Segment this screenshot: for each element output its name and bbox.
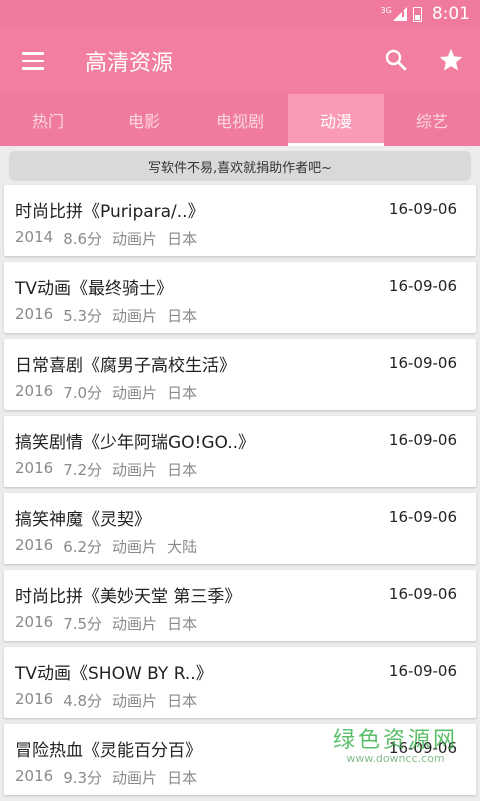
tab-hot[interactable]: 热门 <box>0 94 96 146</box>
signal-icon <box>392 7 407 21</box>
item-title: 时尚比拼《Puripara/..》 <box>15 202 205 222</box>
watermark-url: www.downcc.com <box>346 752 445 765</box>
battery-icon <box>412 6 422 22</box>
item-year: 2016 <box>15 382 54 400</box>
item-type: 动画片 <box>112 461 158 479</box>
list-item[interactable]: 搞笑神魔《灵契》 16-09-06 2016 6.2分 动画片 大陆 <box>4 493 476 564</box>
item-date: 16-09-06 <box>388 354 457 372</box>
item-title: TV动画《SHOW BY R..》 <box>15 664 213 684</box>
item-year: 2016 <box>15 536 54 554</box>
app-title: 高清资源 <box>85 51 174 76</box>
item-region: 日本 <box>167 615 198 633</box>
item-score: 6.2分 <box>63 538 103 556</box>
item-type: 动画片 <box>112 307 158 325</box>
category-tabs: 热门 电影 电视剧 动漫 综艺 <box>0 94 480 146</box>
item-type: 动画片 <box>112 384 158 402</box>
resource-list: 时尚比拼《Puripara/..》 16-09-06 2014 8.6分 动画片… <box>4 185 476 801</box>
item-score: 8.6分 <box>63 230 103 248</box>
list-item[interactable]: 时尚比拼《Puripara/..》 16-09-06 2014 8.6分 动画片… <box>4 185 476 256</box>
item-year: 2016 <box>15 613 54 631</box>
item-title: 搞笑剧情《少年阿瑞GO!GO..》 <box>15 433 256 453</box>
item-region: 大陆 <box>167 538 198 556</box>
tab-label: 综艺 <box>415 112 448 131</box>
status-bar: 3G 8:01 <box>0 0 480 28</box>
tab-movies[interactable]: 电影 <box>96 94 192 146</box>
item-year: 2014 <box>15 228 54 246</box>
list-item[interactable]: TV动画《SHOW BY R..》 16-09-06 2016 4.8分 动画片… <box>4 647 476 718</box>
item-region: 日本 <box>167 769 198 787</box>
item-date: 16-09-06 <box>388 200 457 218</box>
tab-label: 热门 <box>31 112 64 131</box>
item-date: 16-09-06 <box>388 585 457 603</box>
item-region: 日本 <box>167 461 198 479</box>
item-type: 动画片 <box>112 692 158 710</box>
item-year: 2016 <box>15 305 54 323</box>
item-title: 日常喜剧《腐男子高校生活》 <box>15 356 236 376</box>
item-meta: 2016 4.8分 动画片 日本 <box>15 690 197 711</box>
search-icon[interactable] <box>384 48 408 72</box>
item-score: 5.3分 <box>63 307 103 325</box>
item-title: TV动画《最终骑士》 <box>15 279 174 299</box>
list-item[interactable]: 日常喜剧《腐男子高校生活》 16-09-06 2016 7.0分 动画片 日本 <box>4 339 476 410</box>
item-date: 16-09-06 <box>388 662 457 680</box>
item-meta: 2016 5.3分 动画片 日本 <box>15 305 197 326</box>
tab-variety[interactable]: 综艺 <box>384 94 480 146</box>
item-title: 搞笑神魔《灵契》 <box>15 510 151 530</box>
item-meta: 2014 8.6分 动画片 日本 <box>15 228 197 249</box>
item-date: 16-09-06 <box>388 508 457 526</box>
item-type: 动画片 <box>112 769 158 787</box>
item-score: 7.0分 <box>63 384 103 402</box>
hamburger-menu-icon[interactable] <box>22 52 44 70</box>
watermark-text: 绿色资源网 <box>332 728 458 753</box>
donate-banner[interactable]: 写软件不易,喜欢就捐助作者吧~ <box>9 151 471 181</box>
item-meta: 2016 7.0分 动画片 日本 <box>15 382 197 403</box>
item-title: 冒险热血《灵能百分百》 <box>15 741 202 761</box>
tab-anime[interactable]: 动漫 <box>288 94 384 146</box>
item-date: 16-09-06 <box>388 277 457 295</box>
item-type: 动画片 <box>112 538 158 556</box>
tab-label: 动漫 <box>319 112 352 131</box>
item-region: 日本 <box>167 384 198 402</box>
item-meta: 2016 6.2分 动画片 大陆 <box>15 536 197 557</box>
item-meta: 2016 9.3分 动画片 日本 <box>15 767 197 788</box>
status-time: 8:01 <box>431 4 470 24</box>
item-meta: 2016 7.5分 动画片 日本 <box>15 613 197 634</box>
list-item[interactable]: 搞笑剧情《少年阿瑞GO!GO..》 16-09-06 2016 7.2分 动画片… <box>4 416 476 487</box>
item-year: 2016 <box>15 459 54 477</box>
item-score: 4.8分 <box>63 692 103 710</box>
item-year: 2016 <box>15 690 54 708</box>
item-title: 时尚比拼《美妙天堂 第三季》 <box>15 587 242 607</box>
tab-label: 电影 <box>127 112 160 131</box>
item-score: 7.5分 <box>63 615 103 633</box>
item-score: 7.2分 <box>63 461 103 479</box>
item-date: 16-09-06 <box>388 431 457 449</box>
item-type: 动画片 <box>112 230 158 248</box>
watermark-logo: 绿色资源网 www.downcc.com <box>333 722 458 765</box>
list-item[interactable]: TV动画《最终骑士》 16-09-06 2016 5.3分 动画片 日本 <box>4 262 476 333</box>
item-region: 日本 <box>167 692 198 710</box>
star-icon[interactable] <box>438 47 464 73</box>
tab-tv-series[interactable]: 电视剧 <box>192 94 288 146</box>
item-score: 9.3分 <box>63 769 103 787</box>
item-type: 动画片 <box>112 615 158 633</box>
item-meta: 2016 7.2分 动画片 日本 <box>15 459 197 480</box>
app-bar: 高清资源 <box>0 28 480 94</box>
network-type: 3G <box>380 6 392 15</box>
tab-label: 电视剧 <box>215 112 264 131</box>
item-region: 日本 <box>167 230 198 248</box>
item-region: 日本 <box>167 307 198 325</box>
list-item[interactable]: 时尚比拼《美妙天堂 第三季》 16-09-06 2016 7.5分 动画片 日本 <box>4 570 476 641</box>
item-year: 2016 <box>15 767 54 785</box>
